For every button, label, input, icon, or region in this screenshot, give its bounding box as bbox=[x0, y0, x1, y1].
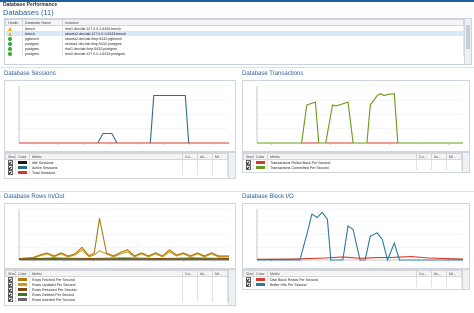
warning-icon bbox=[7, 31, 12, 36]
legend-row: Buffer Hits Per Second bbox=[243, 282, 462, 287]
metric-value-cell bbox=[431, 165, 447, 170]
instance-cell: rhel2.dev.lab:127.0.0.1:5433:postgres bbox=[62, 51, 464, 56]
show-checkbox[interactable] bbox=[7, 170, 13, 175]
color-swatch bbox=[18, 166, 27, 170]
metric-name: Rows Inserted Per Second bbox=[29, 297, 183, 302]
databases-table-container: Health Database Name Instance bench rhel1… bbox=[4, 18, 472, 65]
color-swatch bbox=[18, 283, 27, 287]
databases-table: Health Database Name Instance bench rhel1… bbox=[5, 19, 464, 56]
ok-status-icon bbox=[7, 51, 12, 56]
databases-scrollbar[interactable] bbox=[464, 19, 471, 64]
legend-scrollbar[interactable] bbox=[462, 270, 469, 290]
database-row[interactable]: postgres rhel2.dev.lab:127.0.0.1:5433:pos… bbox=[5, 51, 464, 56]
metric-value-cell bbox=[431, 282, 447, 287]
color-swatch bbox=[18, 293, 27, 297]
color-swatch bbox=[256, 166, 265, 170]
metric-name: Buffer Hits Per Second bbox=[267, 282, 417, 287]
show-cell bbox=[5, 170, 16, 175]
rows-panel-title: Database Rows In/Out bbox=[4, 194, 65, 200]
block-io-panel-title: Database Block I/O bbox=[242, 194, 294, 200]
rows-chart bbox=[4, 203, 236, 269]
metric-value-cell bbox=[446, 165, 462, 170]
block-io-legend-table: ShowColorMetricCu...Av...Mi...Disk Block… bbox=[243, 270, 462, 287]
sessions-chart-svg bbox=[18, 85, 229, 145]
transactions-legend-table: ShowColorMetricCu...Av...Mi...Transactio… bbox=[243, 153, 462, 170]
sessions-legend: ShowColorMetricCu...Av...Mi...Idle Sessi… bbox=[4, 152, 236, 179]
legend-scrollbar[interactable] bbox=[228, 153, 235, 178]
color-cell bbox=[253, 282, 268, 287]
color-cell bbox=[253, 165, 268, 170]
app-header-bar bbox=[0, 0, 474, 2]
color-swatch bbox=[256, 283, 265, 287]
transactions-chart-svg bbox=[256, 85, 463, 145]
sessions-chart bbox=[4, 80, 236, 152]
show-cell bbox=[5, 297, 16, 302]
metric-name: Total Sessions bbox=[29, 170, 183, 175]
color-swatch bbox=[18, 288, 27, 292]
transactions-legend: ShowColorMetricCu...Av...Mi...Transactio… bbox=[242, 152, 470, 174]
transactions-chart bbox=[242, 80, 470, 152]
color-cell bbox=[15, 170, 30, 175]
color-swatch bbox=[256, 278, 265, 282]
transactions-panel-title: Database Transactions bbox=[242, 71, 304, 77]
rows-legend-table: ShowColorMetricCu...Av...Mi...Rows Fetch… bbox=[5, 270, 228, 302]
show-checkbox[interactable] bbox=[245, 282, 251, 287]
series-line bbox=[257, 211, 463, 262]
health-cell bbox=[5, 51, 23, 56]
ok-status-icon bbox=[7, 36, 12, 41]
show-checkbox[interactable] bbox=[245, 165, 251, 170]
section-divider bbox=[0, 67, 474, 68]
color-swatch bbox=[18, 298, 27, 302]
metric-value-cell bbox=[446, 282, 462, 287]
color-cell bbox=[15, 297, 30, 302]
metric-value-cell bbox=[416, 282, 432, 287]
block-io-chart-svg bbox=[256, 208, 464, 262]
metric-value-cell bbox=[182, 297, 198, 302]
color-swatch bbox=[18, 278, 27, 282]
metric-value-cell bbox=[212, 297, 228, 302]
metric-value-cell bbox=[182, 170, 198, 175]
warning-icon bbox=[7, 26, 12, 31]
legend-scrollbar[interactable] bbox=[228, 270, 235, 305]
legend-row: Rows Inserted Per Second bbox=[5, 297, 228, 302]
show-checkbox[interactable] bbox=[7, 297, 13, 302]
ok-status-icon bbox=[7, 41, 12, 46]
section-divider bbox=[0, 191, 474, 192]
rows-chart-svg bbox=[18, 208, 230, 262]
metric-value-cell bbox=[416, 165, 432, 170]
sessions-legend-table: ShowColorMetricCu...Av...Mi...Idle Sessi… bbox=[5, 153, 228, 175]
legend-row: Total Sessions bbox=[5, 170, 228, 175]
show-cell bbox=[243, 282, 254, 287]
series-line bbox=[19, 94, 229, 144]
block-io-chart bbox=[242, 203, 470, 269]
block-io-legend: ShowColorMetricCu...Av...Mi...Disk Block… bbox=[242, 269, 470, 291]
color-swatch bbox=[256, 161, 265, 165]
ok-status-icon bbox=[7, 46, 12, 51]
rows-legend: ShowColorMetricCu...Av...Mi...Rows Fetch… bbox=[4, 269, 236, 306]
series-line bbox=[18, 258, 230, 261]
metric-name: Transactions Committed Per Second bbox=[267, 165, 417, 170]
color-swatch bbox=[18, 161, 27, 165]
databases-title: Databases (11) bbox=[3, 8, 54, 17]
metric-value-cell bbox=[212, 170, 228, 175]
database-name-cell: postgres bbox=[22, 51, 63, 56]
legend-scrollbar[interactable] bbox=[462, 153, 469, 173]
color-swatch bbox=[18, 171, 27, 175]
legend-row: Transactions Committed Per Second bbox=[243, 165, 462, 170]
databases-scrollbar-thumb[interactable] bbox=[466, 25, 470, 49]
series-line bbox=[257, 92, 463, 144]
metric-value-cell bbox=[197, 170, 213, 175]
sessions-panel-title: Database Sessions bbox=[4, 71, 56, 77]
show-cell bbox=[243, 165, 254, 170]
metric-value-cell bbox=[197, 297, 213, 302]
